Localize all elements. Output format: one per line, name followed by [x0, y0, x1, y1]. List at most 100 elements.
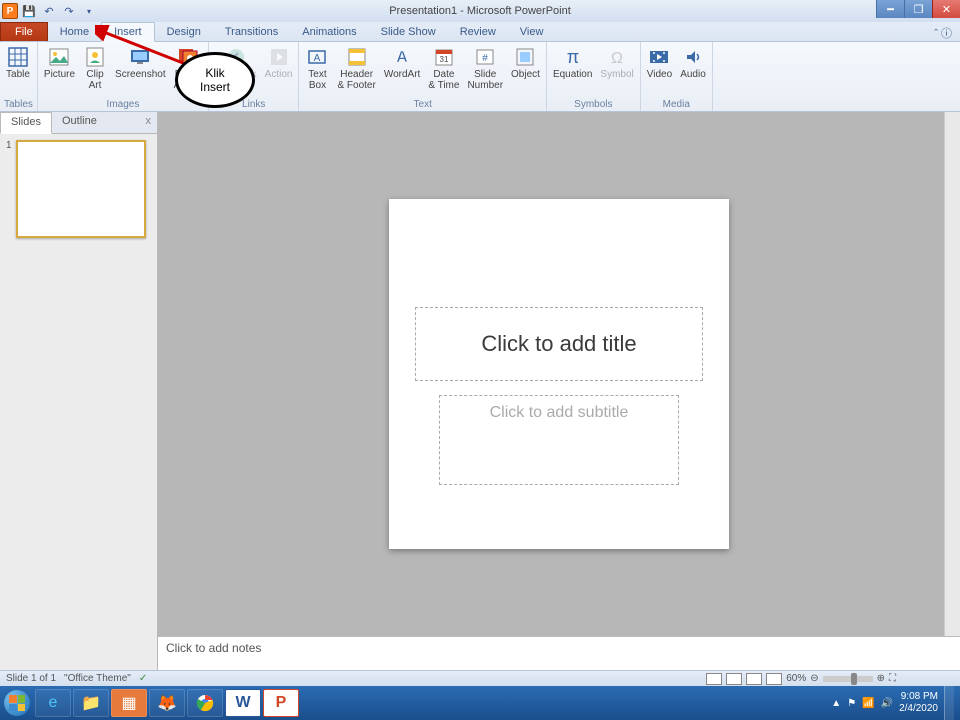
tray-show-hidden-icon[interactable]: ▲ [831, 698, 841, 709]
ribbon-group-label: Text [303, 99, 541, 111]
tray-volume-icon[interactable]: 🔊 [881, 698, 893, 709]
taskbar-clock[interactable]: 9:08 PM 2/4/2020 [899, 691, 938, 715]
ribbon-button-label: Screenshot [115, 69, 166, 80]
video-button[interactable]: Video [645, 44, 674, 81]
svg-text:A: A [396, 49, 408, 66]
action-icon [267, 45, 291, 69]
vertical-scrollbar[interactable] [944, 112, 960, 636]
svg-text:π: π [566, 47, 578, 67]
header-footer-button[interactable]: Header & Footer [335, 44, 377, 92]
table-button[interactable]: Table [4, 44, 32, 81]
taskbar-firefox-icon[interactable]: 🦊 [149, 689, 185, 717]
app-icon: P [2, 3, 18, 19]
tab-view[interactable]: View [508, 23, 556, 41]
tray-flag-icon[interactable]: ⚑ [847, 698, 856, 709]
normal-view-button[interactable] [706, 673, 722, 685]
status-bar: Slide 1 of 1 "Office Theme" ✓ 60% ⊖ ⊕ ⛶ [0, 670, 960, 686]
show-desktop-button[interactable] [944, 686, 954, 720]
slide-canvas[interactable]: Click to add title Click to add subtitle [389, 199, 729, 549]
text-box-button[interactable]: AText Box [303, 44, 331, 92]
fit-slide-button[interactable]: ⛶ [889, 673, 896, 684]
screenshot-button[interactable]: Screenshot [113, 44, 168, 81]
tab-slides[interactable]: Slides [0, 112, 52, 134]
textbox-icon: A [305, 45, 329, 69]
zoom-in-button[interactable]: ⊕ [877, 673, 885, 684]
qat-menu-icon[interactable]: ▾ [80, 2, 98, 20]
zoom-slider[interactable] [823, 676, 873, 682]
reading-view-button[interactable] [746, 673, 762, 685]
action-button: Action [263, 44, 295, 81]
notes-pane[interactable]: Click to add notes [158, 636, 960, 670]
ribbon-button-label: Text Box [308, 69, 326, 91]
tab-slide-show[interactable]: Slide Show [369, 23, 448, 41]
tab-design[interactable]: Design [155, 23, 213, 41]
clip-art-button[interactable]: Clip Art [81, 44, 109, 92]
ribbon-button-label: WordArt [384, 69, 421, 80]
equation-button[interactable]: π Equation [551, 44, 594, 81]
title-placeholder[interactable]: Click to add title [415, 307, 703, 381]
clipart-icon [83, 45, 107, 69]
taskbar-powerpoint-icon[interactable]: P [263, 689, 299, 717]
ribbon-button-label: Symbol [600, 69, 633, 80]
start-button[interactable] [0, 686, 34, 720]
ribbon: TableTablesPictureClip ArtScreenshotPhot… [0, 42, 960, 112]
tab-home[interactable]: Home [48, 23, 101, 41]
ribbon-help-icon[interactable]: ˆ ⓘ [934, 25, 952, 41]
taskbar-word-icon[interactable]: W [225, 689, 261, 717]
picture-icon [47, 45, 71, 69]
tray-network-icon[interactable]: 📶 [862, 698, 874, 709]
window-title: Presentation1 - Microsoft PowerPoint [389, 5, 571, 17]
slide-number-button[interactable]: #Slide Number [465, 44, 505, 92]
screenshot-icon [128, 45, 152, 69]
taskbar: e 📁 ▦ 🦊 W P ▲ ⚑ 📶 🔊 9:08 PM 2/4/2020 [0, 686, 960, 720]
close-button[interactable]: ✕ [932, 0, 960, 18]
ribbon-group-tables: TableTables [0, 42, 38, 111]
ribbon-button-label: Equation [553, 69, 592, 80]
ribbon-group-media: Video Audio Media [641, 42, 713, 111]
undo-icon[interactable]: ↶ [40, 2, 58, 20]
annotation-bubble: Klik Insert [175, 52, 255, 108]
audio-icon [681, 45, 705, 69]
spellcheck-icon[interactable]: ✓ [139, 673, 147, 684]
tab-transitions[interactable]: Transitions [213, 23, 290, 41]
slide-thumbnail[interactable] [16, 140, 146, 238]
taskbar-ie-icon[interactable]: e [35, 689, 71, 717]
tab-insert[interactable]: Insert [101, 22, 155, 42]
status-slide: Slide 1 of 1 [6, 673, 56, 684]
tab-review[interactable]: Review [448, 23, 508, 41]
table-icon [6, 45, 30, 69]
ribbon-group-symbols: πEquationΩSymbolSymbols [547, 42, 641, 111]
wordart-icon: A [390, 45, 414, 69]
picture-button[interactable]: Picture [42, 44, 77, 81]
object-icon [513, 45, 537, 69]
slidenum-icon: # [473, 45, 497, 69]
taskbar-explorer-icon[interactable]: 📁 [73, 689, 109, 717]
audio-button[interactable]: Audio [678, 44, 708, 81]
slideshow-view-button[interactable] [766, 673, 782, 685]
zoom-out-button[interactable]: ⊖ [810, 673, 818, 684]
tab-animations[interactable]: Animations [290, 23, 368, 41]
title-bar: P 💾 ↶ ↷ ▾ Presentation1 - Microsoft Powe… [0, 0, 960, 22]
zoom-level: 60% [786, 673, 806, 684]
ribbon-button-label: Video [647, 69, 672, 80]
sorter-view-button[interactable] [726, 673, 742, 685]
tab-outline[interactable]: Outline [52, 112, 107, 133]
wordart-button[interactable]: A WordArt [382, 44, 423, 81]
panel-close-icon[interactable]: x [140, 112, 158, 133]
ribbon-group-label: Media [645, 99, 708, 111]
taskbar-chrome-icon[interactable] [187, 689, 223, 717]
taskbar-app-icon[interactable]: ▦ [111, 689, 147, 717]
tab-file[interactable]: File [0, 22, 48, 41]
ribbon-button-label: Clip Art [86, 69, 103, 91]
symbol-button: ΩSymbol [598, 44, 635, 81]
save-icon[interactable]: 💾 [20, 2, 38, 20]
object-button[interactable]: Object [509, 44, 542, 81]
maximize-button[interactable]: ❐ [904, 0, 932, 18]
ribbon-button-label: Slide Number [467, 69, 503, 91]
ribbon-button-label: Object [511, 69, 540, 80]
minimize-button[interactable]: ━ [876, 0, 904, 18]
redo-icon[interactable]: ↷ [60, 2, 78, 20]
date-time-button[interactable]: 31Date & Time [426, 44, 461, 92]
slide-editor: Click to add title Click to add subtitle [158, 112, 960, 636]
subtitle-placeholder[interactable]: Click to add subtitle [439, 395, 679, 485]
